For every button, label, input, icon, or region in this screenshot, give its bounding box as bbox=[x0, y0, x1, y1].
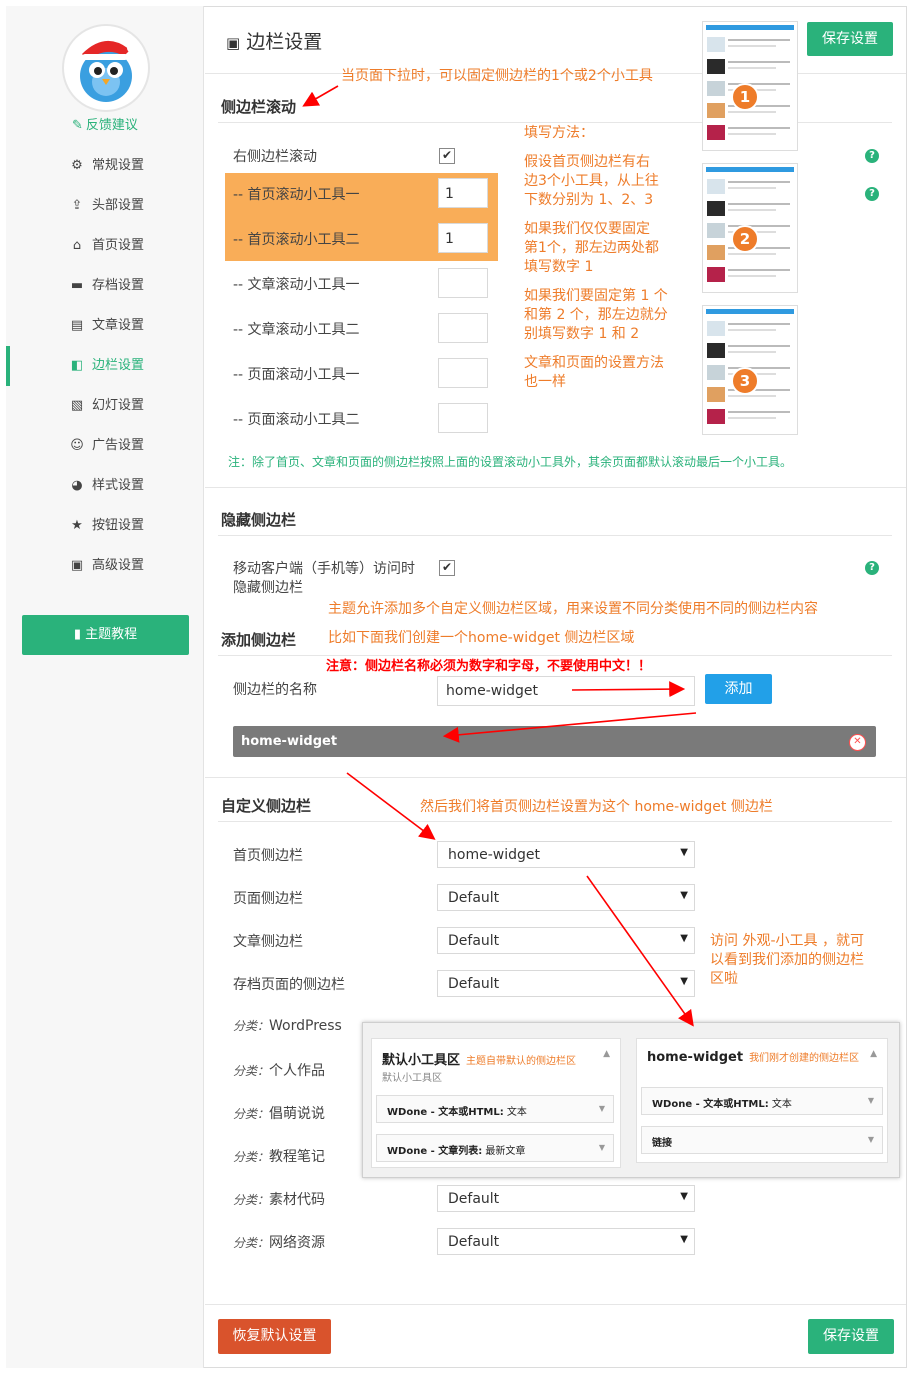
arrow bbox=[302, 85, 339, 107]
arrow bbox=[571, 681, 686, 698]
arrow bbox=[346, 772, 436, 840]
arrow bbox=[586, 875, 694, 1027]
annotation-arrows bbox=[302, 85, 697, 1027]
arrow bbox=[442, 712, 697, 743]
